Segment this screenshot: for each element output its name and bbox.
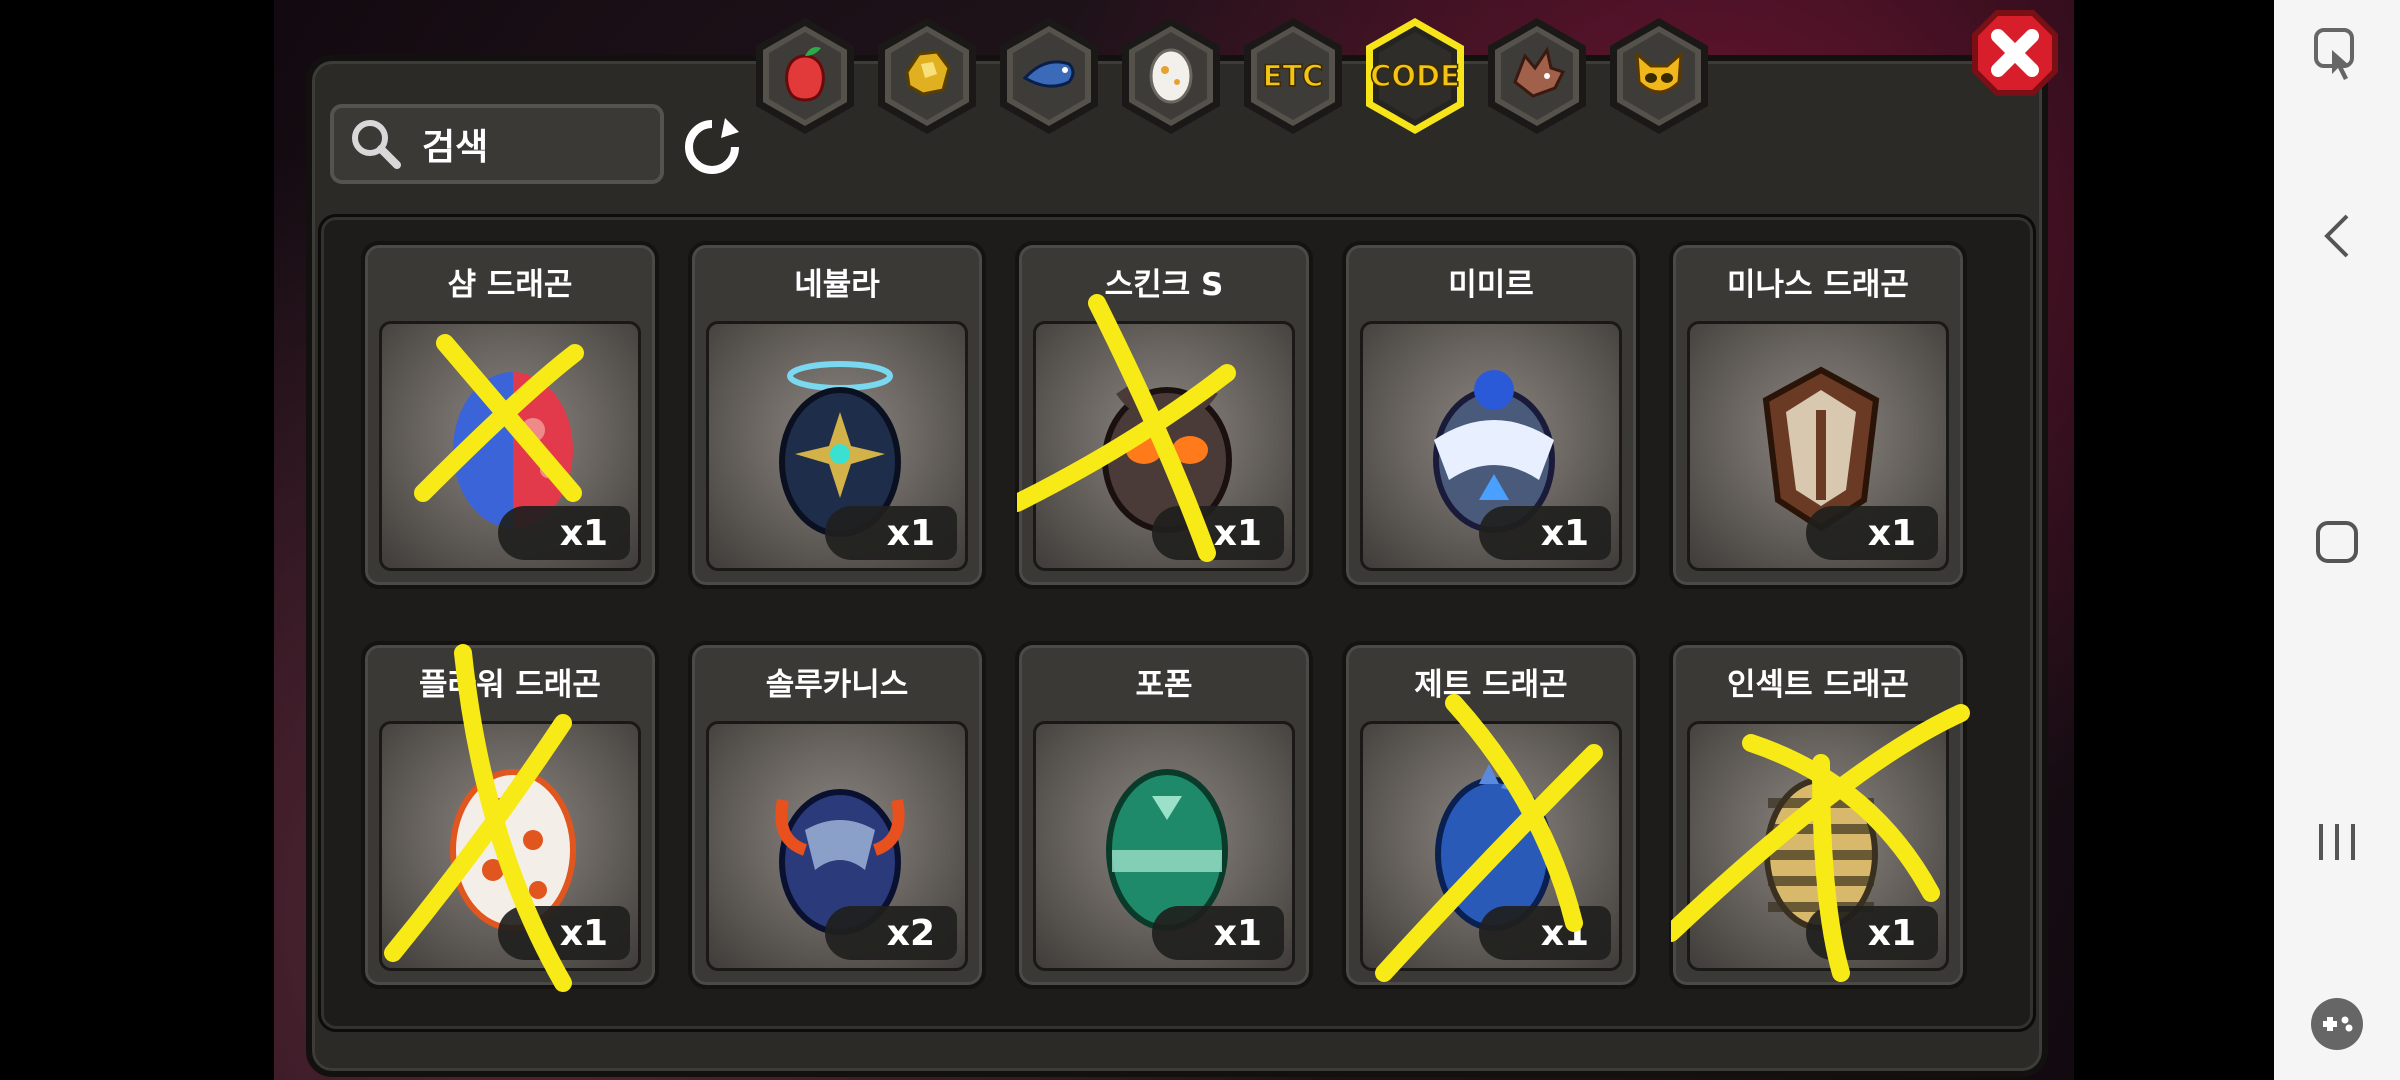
item-count: x1 (1479, 506, 1611, 560)
item-card[interactable]: 샴 드래곤 x1 (361, 241, 659, 589)
tab-dragon[interactable] (1482, 14, 1592, 138)
item-name: 스킨크 S (1104, 267, 1224, 303)
search-input[interactable]: 검색 (330, 104, 664, 184)
search-label: 검색 (422, 127, 489, 168)
system-nav-bar (2274, 0, 2400, 1080)
tab-code[interactable]: CODE (1360, 14, 1470, 138)
tab-label: CODE (1369, 58, 1460, 94)
item-slot: x2 (706, 721, 968, 971)
item-name: 미미르 (1448, 267, 1534, 303)
item-count: x1 (1806, 906, 1938, 960)
home-icon[interactable] (2274, 512, 2400, 572)
back-icon[interactable] (2274, 206, 2400, 266)
item-name: 네뷸라 (794, 267, 880, 303)
item-slot: x1 (379, 321, 641, 571)
recent-apps-icon[interactable] (2274, 812, 2400, 872)
tab-fruit[interactable] (750, 14, 860, 138)
item-slot: x1 (1360, 321, 1622, 571)
item-name: 플라워 드래곤 (419, 667, 601, 703)
item-name: 포폰 (1135, 667, 1193, 703)
item-slot: x1 (706, 321, 968, 571)
gold-nugget-icon (905, 50, 951, 96)
item-card[interactable]: 인섹트 드래곤 x1 (1669, 641, 1970, 989)
item-name: 인섹트 드래곤 (1727, 667, 1909, 703)
item-slot: x1 (1033, 321, 1295, 571)
item-card[interactable]: 스킨크 S x1 (1015, 241, 1313, 589)
tab-fish[interactable] (994, 14, 1104, 138)
close-button[interactable] (1968, 6, 2062, 100)
item-card[interactable]: 네뷸라 x1 (688, 241, 986, 589)
item-card[interactable]: 솔루카니스 x2 (688, 641, 986, 989)
tab-label: ETC (1262, 58, 1324, 94)
tab-gold[interactable] (872, 14, 982, 138)
dragon-head-icon (1513, 46, 1566, 98)
fruit-icon (785, 47, 825, 102)
tab-mask[interactable] (1604, 14, 1714, 138)
refresh-icon[interactable] (681, 116, 743, 178)
tab-etc[interactable]: ETC (1238, 14, 1348, 138)
item-name: 미나스 드래곤 (1727, 267, 1909, 303)
item-slot: x1 (1687, 721, 1949, 971)
item-card[interactable]: 플라워 드래곤 x1 (361, 641, 659, 992)
touch-lock-icon[interactable] (2274, 26, 2400, 86)
item-count: x1 (498, 906, 630, 960)
item-slot: x1 (1360, 721, 1622, 971)
game-tools-icon[interactable] (2274, 994, 2400, 1054)
item-card[interactable]: 미나스 드래곤 x1 (1669, 241, 1967, 589)
item-slot: x1 (1033, 721, 1295, 971)
search-icon (352, 120, 401, 169)
item-name: 샴 드래곤 (447, 267, 573, 303)
item-card[interactable]: 포폰 x1 (1015, 641, 1313, 989)
item-count: x1 (498, 506, 630, 560)
item-count: x2 (825, 906, 957, 960)
item-grid: 샴 드래곤 x1 네뷸라 x1 스킨크 Sx1 미미르 x1 미나스 드래곤 x1 플라워 드래곤… (318, 214, 2036, 1032)
item-count: x1 (1152, 906, 1284, 960)
item-name: 솔루카니스 (765, 667, 909, 703)
item-count: x1 (825, 506, 957, 560)
item-count: x1 (1806, 506, 1938, 560)
tab-egg[interactable] (1116, 14, 1226, 138)
item-name: 제트 드래곤 (1414, 667, 1568, 703)
item-card[interactable]: 제트 드래곤 x1 (1342, 641, 1640, 989)
mask-icon (1635, 50, 1683, 94)
egg-icon (1149, 48, 1193, 104)
item-count: x1 (1479, 906, 1611, 960)
item-slot: x1 (1687, 321, 1949, 571)
fish-icon (1022, 60, 1075, 88)
item-count: x1 (1152, 506, 1284, 560)
item-card[interactable]: 미미르 x1 (1342, 241, 1640, 589)
item-slot: x1 (379, 721, 641, 971)
